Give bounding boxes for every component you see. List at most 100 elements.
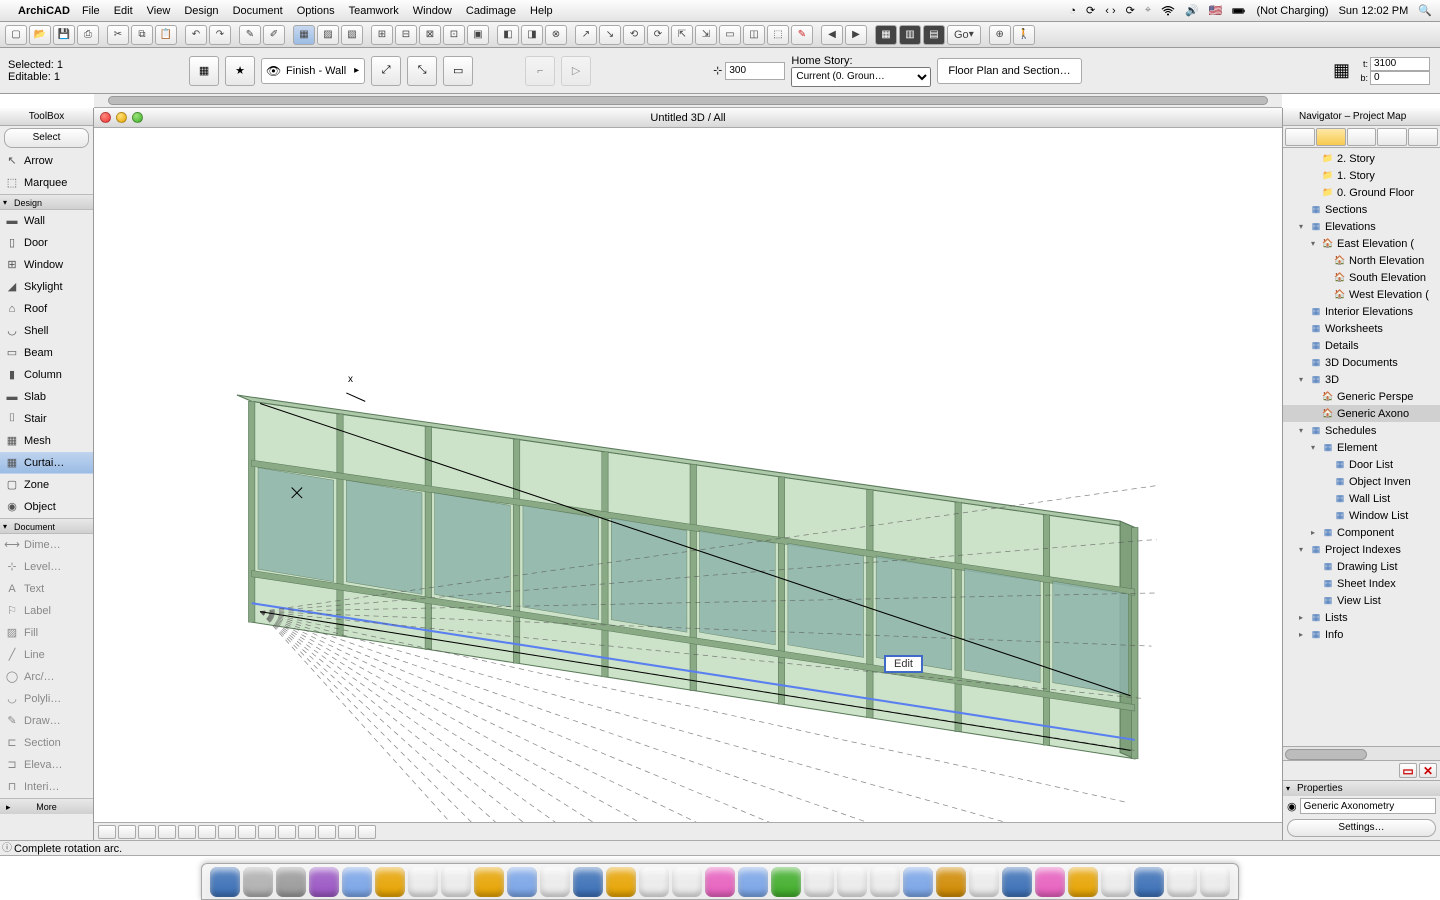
paste-button[interactable]: 📋 (155, 25, 177, 45)
dock-app-12[interactable] (606, 867, 636, 897)
save-button[interactable]: 💾 (53, 25, 75, 45)
view-2[interactable]: ▥ (899, 25, 921, 45)
dock-app-4[interactable] (342, 867, 372, 897)
tool-t[interactable]: ▭ (719, 25, 741, 45)
volume-icon[interactable]: 🔊 (1185, 4, 1199, 17)
new-button[interactable]: ▢ (5, 25, 27, 45)
tool-text[interactable]: AText (0, 578, 93, 600)
dock-app-24[interactable] (1002, 867, 1032, 897)
dock-app-26[interactable] (1068, 867, 1098, 897)
tool-k[interactable]: ◧ (497, 25, 519, 45)
cut-button[interactable]: ✂ (107, 25, 129, 45)
sync2-icon[interactable]: ⟳ (1126, 4, 1135, 17)
t-input[interactable] (1370, 57, 1430, 71)
copy-button[interactable]: ⧉ (131, 25, 153, 45)
nav-12[interactable] (318, 825, 336, 839)
tool-j[interactable]: ▣ (467, 25, 489, 45)
nav-action-1[interactable]: ▭ (1399, 763, 1417, 778)
tool-line[interactable]: ╱Line (0, 644, 93, 666)
dock-app-6[interactable] (408, 867, 438, 897)
nav-node[interactable]: 🏠Generic Axono (1283, 405, 1440, 422)
nav-7[interactable] (218, 825, 236, 839)
open-button[interactable]: 📂 (29, 25, 51, 45)
menu-edit[interactable]: Edit (114, 5, 133, 17)
edit-badge[interactable]: Edit (884, 655, 923, 673)
nav-10[interactable] (278, 825, 296, 839)
nav-node[interactable]: ▦Worksheets (1283, 320, 1440, 337)
tool-u[interactable]: ◫ (743, 25, 765, 45)
navigator-tree[interactable]: 📁2. Story📁1. Story📁0. Ground Floor▦Secti… (1283, 148, 1440, 746)
tool-h[interactable]: ⊠ (419, 25, 441, 45)
tool-curtai[interactable]: ▦Curtai… (0, 452, 93, 474)
dock-app-1[interactable] (243, 867, 273, 897)
prop-name-input[interactable] (1300, 798, 1436, 814)
nav-node[interactable]: ▦Object Inven (1283, 473, 1440, 490)
window-titlebar[interactable]: Untitled 3D / All (94, 108, 1282, 128)
view-1[interactable]: ▦ (875, 25, 897, 45)
nav-13[interactable] (338, 825, 356, 839)
nav-tab-1[interactable] (1285, 128, 1315, 146)
dock-app-20[interactable] (870, 867, 900, 897)
tool-g[interactable]: ⊟ (395, 25, 417, 45)
tool-roof[interactable]: ⌂Roof (0, 298, 93, 320)
tool-p[interactable]: ⟲ (623, 25, 645, 45)
nav-tab-5[interactable] (1408, 128, 1438, 146)
nav-14[interactable] (358, 825, 376, 839)
favorites-button[interactable]: ★ (225, 56, 255, 86)
tool-polyli[interactable]: ◡Polyli… (0, 688, 93, 710)
nav-node[interactable]: ▸▦Info (1283, 626, 1440, 643)
tool-c[interactable]: ▦ (293, 25, 315, 45)
construct-2[interactable]: ▷ (561, 56, 591, 86)
nav-node[interactable]: ▦View List (1283, 592, 1440, 609)
nav-node[interactable]: ▾▦Project Indexes (1283, 541, 1440, 558)
tool-v[interactable]: ⬚ (767, 25, 789, 45)
nav-1[interactable] (98, 825, 116, 839)
design-header[interactable]: Design (0, 194, 93, 210)
tool-d[interactable]: ▨ (317, 25, 339, 45)
tool-mesh[interactable]: ▦Mesh (0, 430, 93, 452)
tool-e[interactable]: ▧ (341, 25, 363, 45)
tool-marquee[interactable]: ⬚Marquee (0, 172, 93, 194)
properties-header[interactable]: Properties (1283, 780, 1440, 796)
menu-help[interactable]: Help (530, 5, 553, 17)
nav-node[interactable]: ▾▦Schedules (1283, 422, 1440, 439)
menu-options[interactable]: Options (297, 5, 335, 17)
tool-q[interactable]: ⟳ (647, 25, 669, 45)
tool-eleva[interactable]: ⊐Eleva… (0, 754, 93, 776)
undo-button[interactable]: ↶ (185, 25, 207, 45)
nav-node[interactable]: ▾🏠East Elevation ( (1283, 235, 1440, 252)
tool-arrow[interactable]: ↖Arrow (0, 150, 93, 172)
close-icon[interactable] (100, 112, 111, 123)
nav-4[interactable] (158, 825, 176, 839)
menu-design[interactable]: Design (184, 5, 218, 17)
tool-skylight[interactable]: ◢Skylight (0, 276, 93, 298)
nav-node[interactable]: ▦Details (1283, 337, 1440, 354)
nav-node[interactable]: 🏠Generic Perspe (1283, 388, 1440, 405)
tool-m[interactable]: ⊗ (545, 25, 567, 45)
tool-beam[interactable]: ▭Beam (0, 342, 93, 364)
spotlight-icon[interactable]: 🔍 (1418, 4, 1432, 17)
tool-zone[interactable]: ▢Zone (0, 474, 93, 496)
menu-teamwork[interactable]: Teamwork (349, 5, 399, 17)
coord-input[interactable] (725, 62, 785, 80)
tool-window[interactable]: ⊞Window (0, 254, 93, 276)
nav-node[interactable]: 📁1. Story (1283, 167, 1440, 184)
go-button[interactable]: Go ▾ (947, 25, 981, 45)
dock-app-8[interactable] (474, 867, 504, 897)
document-header[interactable]: Document (0, 518, 93, 534)
nav-node[interactable]: ▦Sheet Index (1283, 575, 1440, 592)
tool-b[interactable]: ✐ (263, 25, 285, 45)
tool-o[interactable]: ↘ (599, 25, 621, 45)
select-group[interactable]: Select (4, 128, 89, 148)
dock-app-19[interactable] (837, 867, 867, 897)
nav-6[interactable] (198, 825, 216, 839)
settings-button-nav[interactable]: Settings… (1287, 819, 1436, 837)
dock-app-21[interactable] (903, 867, 933, 897)
toolbox-more[interactable]: More (0, 798, 93, 814)
nav-9[interactable] (258, 825, 276, 839)
dock-app-18[interactable] (804, 867, 834, 897)
tool-stair[interactable]: ⌷Stair (0, 408, 93, 430)
dock-app-0[interactable] (210, 867, 240, 897)
tool-y[interactable]: 🚶 (1013, 25, 1035, 45)
minimize-icon[interactable] (116, 112, 127, 123)
